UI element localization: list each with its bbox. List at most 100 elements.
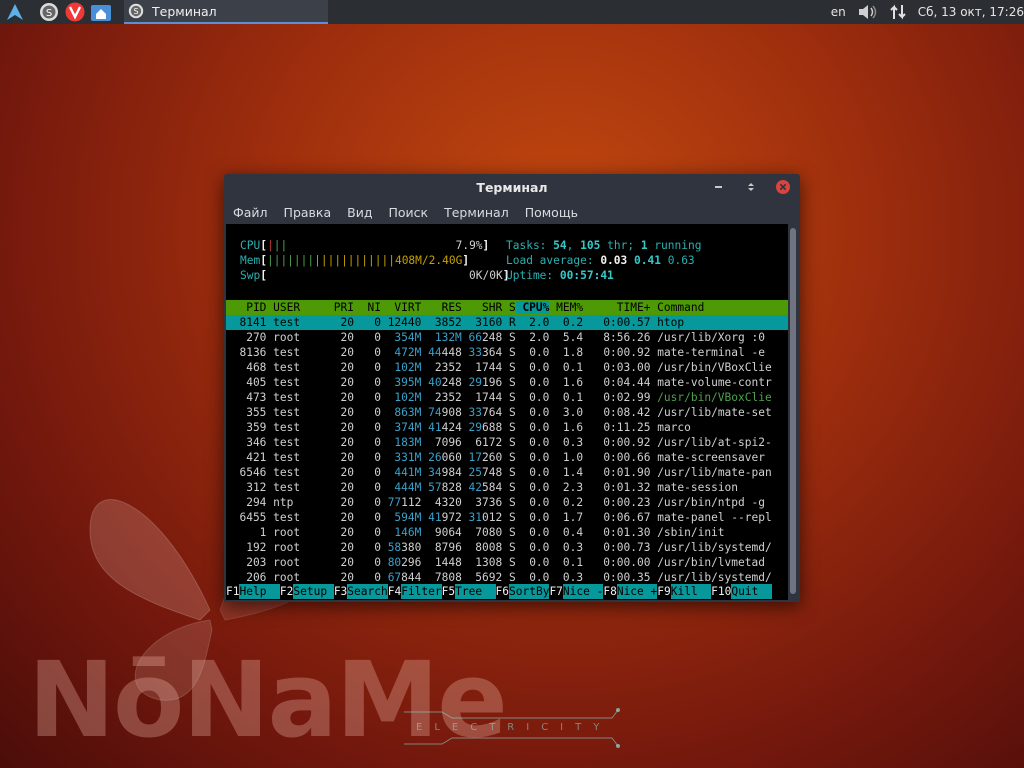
- column-header-res[interactable]: RES: [421, 301, 462, 314]
- fkey-f4-label[interactable]: Filter: [401, 584, 442, 599]
- cell-virt: 12440: [380, 316, 422, 329]
- fkey-f3[interactable]: F3: [334, 585, 347, 598]
- window-titlebar[interactable]: Терминал: [224, 174, 800, 200]
- cell-mem: 1.0: [549, 451, 584, 464]
- cell-cmd: /usr/lib/at-spi2-: [650, 436, 772, 449]
- fkey-f7-label[interactable]: Nice -: [562, 584, 604, 599]
- column-header-command[interactable]: Command: [650, 301, 771, 314]
- cell-mem: 1.4: [549, 466, 584, 479]
- cell-res: 7808: [421, 571, 462, 584]
- fkey-f2-label[interactable]: Setup: [293, 584, 334, 599]
- column-header-time[interactable]: TIME+: [583, 301, 651, 314]
- process-row[interactable]: 346 test 20 0 183M 7096 6172 S 0.0 0.3 0…: [226, 435, 772, 450]
- fkey-f10[interactable]: F10: [711, 585, 731, 598]
- process-row[interactable]: 8141 test 20 0 12440 3852 3160 R 2.0 0.2…: [226, 315, 772, 330]
- menu-search[interactable]: Поиск: [383, 205, 433, 220]
- clock[interactable]: Сб, 13 окт, 17:26: [918, 5, 1024, 19]
- process-row[interactable]: 270 root 20 0 354M 132M 66248 S 2.0 5.4 …: [226, 330, 772, 345]
- process-row[interactable]: 192 root 20 0 58380 8796 8008 S 0.0 0.3 …: [226, 540, 772, 555]
- fkey-f5[interactable]: F5: [442, 585, 455, 598]
- cell-mem: 0.3: [549, 541, 584, 554]
- fkey-f4[interactable]: F4: [388, 585, 401, 598]
- menu-file[interactable]: Файл: [228, 205, 273, 220]
- fkey-f5-label[interactable]: Tree: [455, 584, 496, 599]
- cell-res: 2352: [421, 361, 462, 374]
- process-row[interactable]: 8136 test 20 0 472M 44448 33364 S 0.0 1.…: [226, 345, 772, 360]
- cell-cmd: mate-session: [650, 481, 772, 494]
- fkey-f8-label[interactable]: Nice +: [616, 584, 658, 599]
- vivaldi-icon[interactable]: [64, 1, 86, 23]
- minimize-icon[interactable]: [712, 180, 726, 194]
- menu-terminal[interactable]: Терминал: [439, 205, 514, 220]
- process-row[interactable]: 359 test 20 0 374M 41424 29688 S 0.0 1.6…: [226, 420, 772, 435]
- cell-mem: 0.2: [549, 316, 584, 329]
- column-header-virt[interactable]: VIRT: [381, 301, 421, 314]
- process-row[interactable]: 6455 test 20 0 594M 41972 31012 S 0.0 1.…: [226, 510, 771, 525]
- process-row[interactable]: 203 root 20 0 80296 1448 1308 S 0.0 0.1 …: [226, 555, 772, 570]
- cell-shr: 1308: [461, 556, 503, 569]
- cell-shr: 29196: [461, 376, 503, 389]
- terminal-scrollbar[interactable]: [788, 224, 798, 600]
- cell-shr: 7080: [461, 526, 503, 539]
- function-key-bar: F1Help F2Setup F3SearchF4FilterF5Tree F6…: [226, 584, 788, 599]
- menu-view[interactable]: Вид: [342, 205, 377, 220]
- process-row[interactable]: 206 root 20 0 67844 7808 5692 S 0.0 0.3 …: [226, 570, 772, 585]
- cell-time: 0:06.67: [583, 511, 651, 524]
- fkey-f9-label[interactable]: Kill: [670, 584, 712, 599]
- cell-cmd: /usr/bin/VBoxClie: [650, 391, 772, 404]
- cell-pri: 20: [320, 391, 354, 404]
- process-row[interactable]: 468 test 20 0 102M 2352 1744 S 0.0 0.1 0…: [226, 360, 771, 375]
- cell-virt: 331M: [380, 451, 422, 464]
- fkey-f2[interactable]: F2: [280, 585, 293, 598]
- fkey-f1-label[interactable]: Help: [239, 584, 280, 599]
- process-row[interactable]: 1 root 20 0 146M 9064 7080 S 0.0 0.4 0:0…: [226, 525, 772, 540]
- process-table-header[interactable]: PID USER PRI NI VIRT RES SHR S CPU% MEM%…: [226, 300, 788, 315]
- app-icon-s[interactable]: S: [38, 1, 60, 23]
- fkey-f7[interactable]: F7: [549, 585, 562, 598]
- maximize-icon[interactable]: [744, 180, 758, 194]
- network-icon[interactable]: [889, 4, 906, 20]
- column-header-pri[interactable]: PRI: [320, 301, 354, 314]
- column-header-s[interactable]: S: [502, 301, 516, 314]
- column-header-ni[interactable]: NI: [354, 301, 380, 314]
- fkey-f6[interactable]: F6: [496, 585, 509, 598]
- process-row[interactable]: 312 test 20 0 444M 57828 42584 S 0.0 2.3…: [226, 480, 772, 495]
- cell-pri: 20: [320, 406, 354, 419]
- process-row[interactable]: 421 test 20 0 331M 26060 17260 S 0.0 1.0…: [226, 450, 772, 465]
- process-row[interactable]: 294 ntp 20 0 77112 4320 3736 S 0.0 0.2 0…: [226, 495, 772, 510]
- fkey-f9[interactable]: F9: [657, 585, 670, 598]
- process-row[interactable]: 6546 test 20 0 441M 34984 25748 S 0.0 1.…: [226, 465, 771, 480]
- home-folder-icon[interactable]: [90, 1, 112, 23]
- fkey-f8[interactable]: F8: [603, 585, 616, 598]
- menu-edit[interactable]: Правка: [279, 205, 337, 220]
- scrollbar-thumb[interactable]: [790, 228, 796, 594]
- fkey-f3-label[interactable]: Search: [347, 584, 388, 599]
- fkey-f1[interactable]: F1: [226, 585, 239, 598]
- taskbar-terminal-button[interactable]: S Терминал: [124, 0, 328, 24]
- fkey-f10-label[interactable]: Quit: [731, 584, 772, 599]
- cell-s: S: [502, 481, 516, 494]
- volume-icon[interactable]: [858, 4, 878, 20]
- cell-user: root: [266, 556, 321, 569]
- process-row[interactable]: 473 test 20 0 102M 2352 1744 S 0.0 0.1 0…: [226, 390, 772, 405]
- keyboard-layout[interactable]: en: [831, 5, 846, 19]
- close-icon[interactable]: [776, 180, 790, 194]
- cell-s: S: [502, 451, 516, 464]
- column-header-user[interactable]: USER: [266, 301, 320, 314]
- cell-cmd: /usr/lib/systemd/: [650, 541, 772, 554]
- process-row[interactable]: 355 test 20 0 863M 74908 33764 S 0.0 3.0…: [226, 405, 772, 420]
- process-row[interactable]: 405 test 20 0 395M 40248 29196 S 0.0 1.6…: [226, 375, 772, 390]
- column-header-shr[interactable]: SHR: [462, 301, 502, 314]
- cell-pri: 20: [320, 331, 354, 344]
- cell-ni: 0: [354, 346, 381, 359]
- arch-menu-icon[interactable]: [4, 1, 26, 23]
- column-header-cpu[interactable]: CPU%: [515, 301, 550, 314]
- column-header-pid[interactable]: PID: [226, 301, 266, 314]
- cell-ni: 0: [354, 316, 381, 329]
- cell-res: 41972: [421, 511, 462, 524]
- column-header-mem[interactable]: MEM%: [549, 301, 583, 314]
- terminal-screen[interactable]: CPU[||| 7.9%] Mem[|||||||||||||||||||408…: [226, 224, 788, 600]
- tasks-summary: Tasks: 54, 105 thr; 1 running: [506, 239, 702, 252]
- menu-help[interactable]: Помощь: [520, 205, 583, 220]
- fkey-f6-label[interactable]: SortBy: [509, 584, 550, 599]
